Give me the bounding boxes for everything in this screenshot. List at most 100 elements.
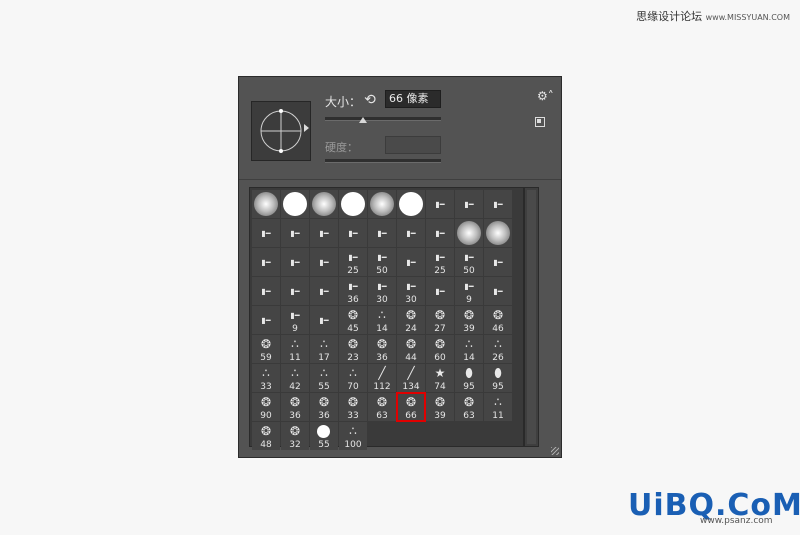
brush-preset-splat[interactable]: ❂ 36: [310, 393, 338, 421]
brush-preset-soft[interactable]: [368, 190, 396, 218]
gear-icon[interactable]: ⚙˄: [537, 89, 554, 103]
brush-size-label: 11: [492, 411, 504, 421]
brush-preset-splat[interactable]: ❂ 66: [396, 392, 426, 422]
brush-preset-splat[interactable]: ❂ 48: [252, 422, 280, 450]
splat-brush-icon: ❂: [260, 424, 272, 438]
brush-preset-tip[interactable]: ▮━ 25: [339, 248, 367, 276]
brush-preset-tip[interactable]: ▮━: [310, 219, 338, 247]
brush-preset-dots[interactable]: ∴ 14: [368, 306, 396, 334]
dots-brush-icon: ∴: [494, 395, 502, 409]
brush-preset-splat[interactable]: ❂ 32: [281, 422, 309, 450]
brush-preset-hard[interactable]: [397, 190, 425, 218]
size-slider-thumb[interactable]: [359, 117, 368, 123]
brush-preset-tip[interactable]: ▮━: [310, 306, 338, 334]
brush-preset-splat[interactable]: ❂ 63: [368, 393, 396, 421]
brush-preset-dots[interactable]: ∴ 14: [455, 335, 483, 363]
brush-preset-hard[interactable]: [281, 190, 309, 218]
brush-preset-tip[interactable]: ▮━: [426, 219, 454, 247]
brush-preset-grass[interactable]: ╱ 112: [368, 364, 396, 392]
brush-preset-splat[interactable]: ❂ 46: [484, 306, 512, 334]
brush-preset-tip[interactable]: ▮━: [310, 248, 338, 276]
brush-preset-dots[interactable]: ∴ 11: [281, 335, 309, 363]
brush-preset-grass[interactable]: ╱ 134: [397, 364, 425, 392]
brush-preset-tip[interactable]: ▮━: [426, 277, 454, 305]
brush-preset-splat[interactable]: ❂ 60: [426, 335, 454, 363]
size-slider[interactable]: [325, 117, 441, 121]
brush-preset-splat[interactable]: ❂ 45: [339, 306, 367, 334]
brush-tip-preview[interactable]: [251, 101, 311, 161]
brush-preset-tip[interactable]: ▮━: [484, 277, 512, 305]
brush-size-label: 26: [492, 353, 504, 363]
brush-preset-splat[interactable]: ❂ 36: [281, 393, 309, 421]
brush-preset-splat[interactable]: ❂ 33: [339, 393, 367, 421]
brush-preset-tip[interactable]: ▮━: [252, 277, 280, 305]
brush-preset-tip[interactable]: ▮━: [281, 248, 309, 276]
brush-preset-tip[interactable]: ▮━: [281, 219, 309, 247]
brush-preset-soft[interactable]: [455, 219, 483, 247]
brush-preset-splat[interactable]: ❂ 24: [397, 306, 425, 334]
brush-preset-tip[interactable]: ▮━: [281, 277, 309, 305]
tip-brush-icon: ▮━: [406, 258, 416, 267]
brush-preset-soft[interactable]: [310, 190, 338, 218]
expand-arrow-icon[interactable]: [304, 124, 309, 132]
brush-preset-tip[interactable]: ▮━ 36: [339, 277, 367, 305]
brush-preset-hard[interactable]: 55: [310, 422, 338, 450]
brush-preset-tip[interactable]: ▮━: [426, 190, 454, 218]
brush-preset-tip[interactable]: ▮━: [252, 248, 280, 276]
brush-size-label: 14: [376, 324, 388, 334]
brush-preset-tip[interactable]: ▮━: [339, 219, 367, 247]
brush-preset-tip[interactable]: ▮━ 30: [368, 277, 396, 305]
brush-preset-splat[interactable]: ❂ 27: [426, 306, 454, 334]
brush-preset-dots[interactable]: ∴ 55: [310, 364, 338, 392]
scrollbar-thumb[interactable]: [527, 190, 536, 444]
brush-preset-dots[interactable]: ∴ 26: [484, 335, 512, 363]
brush-preset-tip[interactable]: ▮━ 9: [281, 306, 309, 334]
new-preset-icon[interactable]: [535, 117, 545, 127]
brush-preset-soft[interactable]: [252, 190, 280, 218]
hardness-input[interactable]: [385, 136, 441, 154]
brush-preset-dots[interactable]: ∴ 17: [310, 335, 338, 363]
brush-preset-splat[interactable]: ❂ 36: [368, 335, 396, 363]
brush-preset-tip[interactable]: ▮━: [455, 190, 483, 218]
brush-preset-tip[interactable]: ▮━: [252, 306, 280, 334]
brush-preset-splat[interactable]: ❂ 90: [252, 393, 280, 421]
brush-preset-tip[interactable]: ▮━: [397, 248, 425, 276]
grass-brush-icon: ╱: [407, 366, 415, 380]
reset-size-icon[interactable]: ⟲: [361, 91, 379, 109]
brush-preset-splat[interactable]: ❂ 59: [252, 335, 280, 363]
brush-preset-dots[interactable]: ∴ 11: [484, 393, 512, 421]
brush-size-label: 48: [260, 440, 272, 450]
hardness-label: 硬度：: [325, 141, 358, 154]
brush-preset-dots[interactable]: ∴ 100: [339, 422, 367, 450]
brush-preset-splat[interactable]: ❂ 39: [426, 393, 454, 421]
brush-size-label: 27: [434, 324, 446, 334]
hardness-slider[interactable]: [325, 159, 441, 163]
brush-preset-splat[interactable]: ❂ 39: [455, 306, 483, 334]
scrollbar[interactable]: [524, 187, 539, 447]
brush-preset-tip[interactable]: ▮━: [310, 277, 338, 305]
brush-preset-tip[interactable]: ▮━: [368, 219, 396, 247]
brush-preset-leaf[interactable]: ⬮ 95: [484, 364, 512, 392]
brush-preset-dots[interactable]: ∴ 70: [339, 364, 367, 392]
brush-preset-leaf[interactable]: ⬮ 95: [455, 364, 483, 392]
brush-preset-splat[interactable]: ❂ 23: [339, 335, 367, 363]
brush-preset-tip[interactable]: ▮━ 9: [455, 277, 483, 305]
brush-size-label: 60: [434, 353, 446, 363]
brush-preset-tip[interactable]: ▮━: [397, 219, 425, 247]
brush-preset-tip[interactable]: ▮━ 30: [397, 277, 425, 305]
brush-preset-dots[interactable]: ∴ 33: [252, 364, 280, 392]
brush-preset-hard[interactable]: [339, 190, 367, 218]
brush-preset-soft[interactable]: [484, 219, 512, 247]
brush-preset-tip[interactable]: ▮━ 50: [455, 248, 483, 276]
brush-preset-tip[interactable]: ▮━: [484, 248, 512, 276]
brush-preset-tip[interactable]: ▮━: [252, 219, 280, 247]
brush-preset-dots[interactable]: ∴ 42: [281, 364, 309, 392]
brush-preset-tip[interactable]: ▮━ 50: [368, 248, 396, 276]
brush-preset-star[interactable]: ★ 74: [426, 364, 454, 392]
resize-grip-icon[interactable]: [551, 447, 559, 455]
brush-preset-tip[interactable]: ▮━ 25: [426, 248, 454, 276]
brush-preset-splat[interactable]: ❂ 63: [455, 393, 483, 421]
size-input[interactable]: 66 像素: [385, 90, 441, 108]
brush-preset-splat[interactable]: ❂ 44: [397, 335, 425, 363]
brush-preset-tip[interactable]: ▮━: [484, 190, 512, 218]
